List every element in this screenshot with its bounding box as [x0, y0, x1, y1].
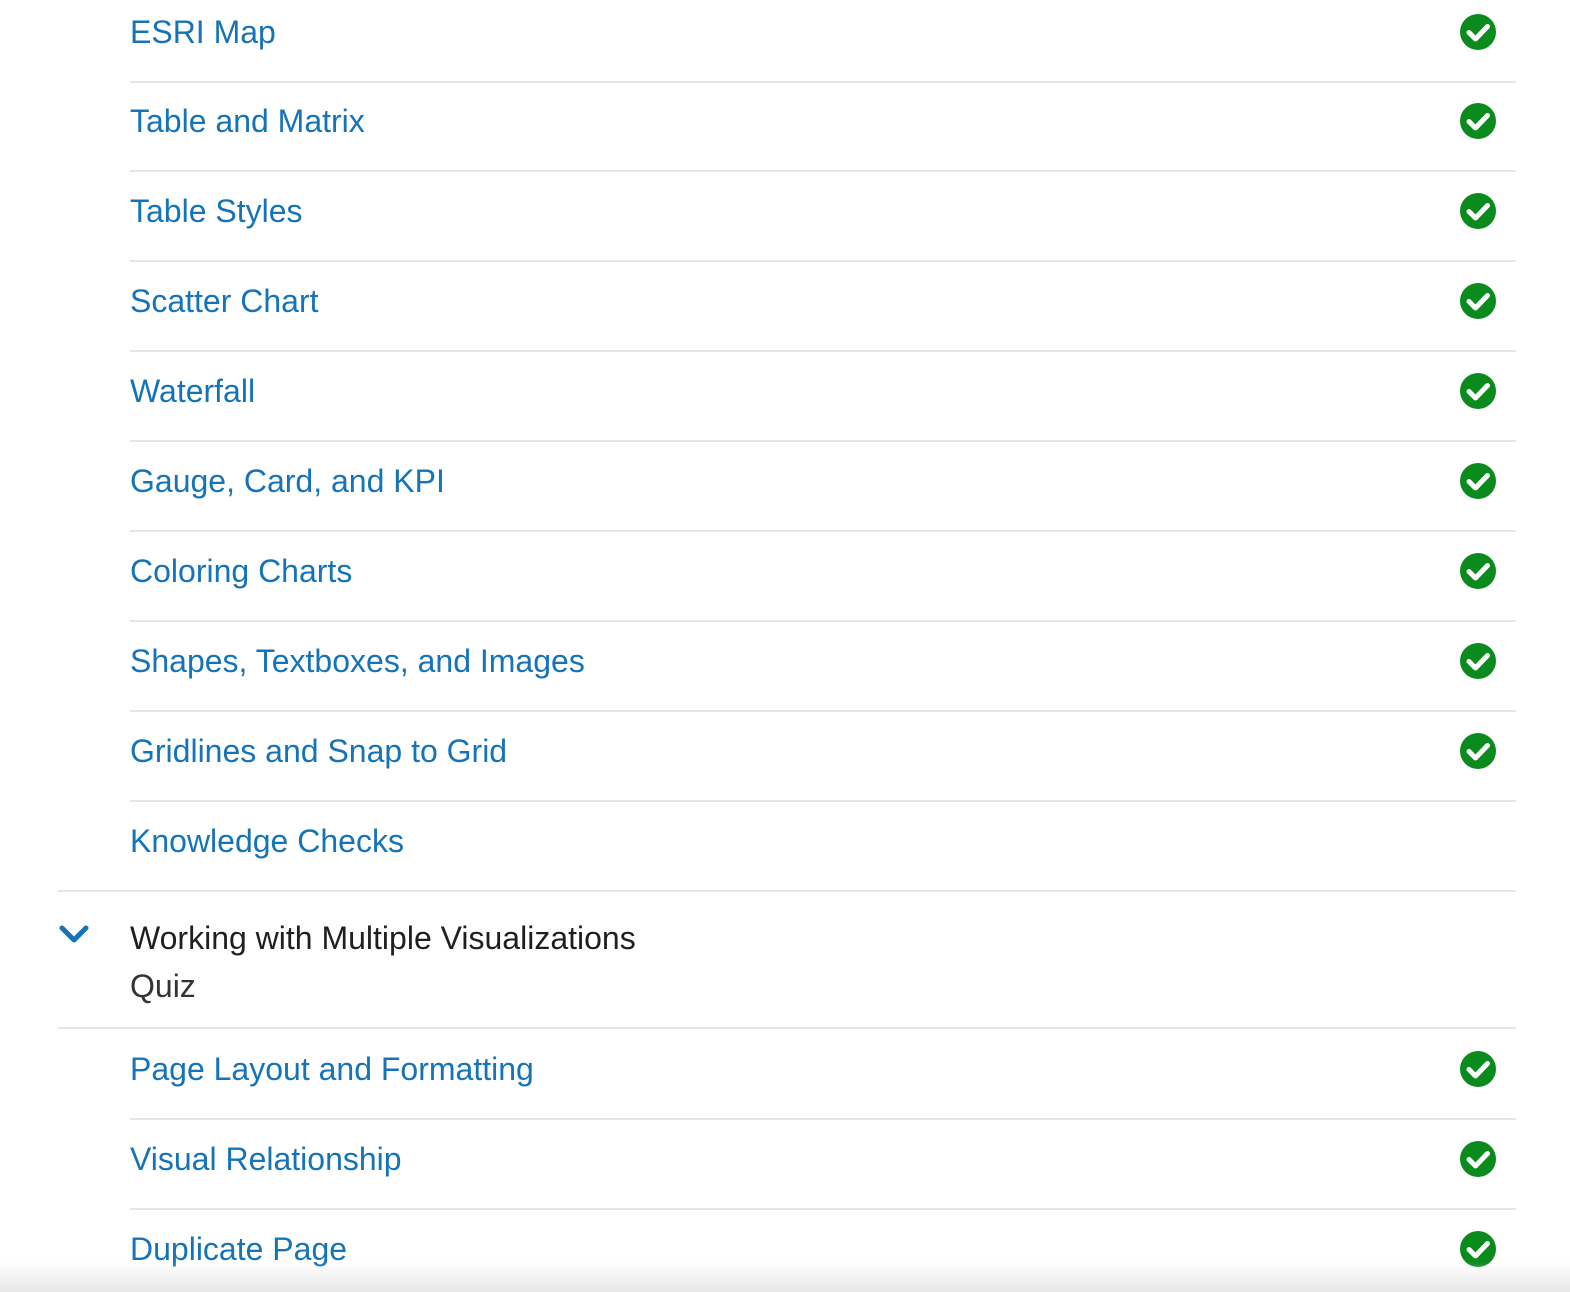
check-circle-icon: [1460, 1231, 1496, 1267]
check-circle-icon: [1460, 103, 1496, 139]
module-subtitle: Quiz: [130, 968, 196, 1004]
lesson-item: Scatter Chart: [130, 263, 1516, 352]
lesson-item: Page Layout and Formatting: [130, 1031, 1516, 1120]
module-title: Working with Multiple Visualizations: [130, 920, 636, 956]
lesson-item: Coloring Charts: [130, 533, 1516, 622]
check-circle-icon: [1460, 283, 1496, 319]
check-circle-icon: [1460, 193, 1496, 229]
lesson-item: Visual Relationship: [130, 1121, 1516, 1210]
lesson-link[interactable]: Table Styles: [130, 191, 303, 231]
lesson-link[interactable]: Coloring Charts: [130, 551, 352, 591]
lesson-item: Gridlines and Snap to Grid: [130, 713, 1516, 802]
check-circle-icon: [1460, 14, 1496, 50]
check-circle-icon: [1460, 373, 1496, 409]
lesson-item: Table Styles: [130, 173, 1516, 262]
lesson-link[interactable]: ESRI Map: [130, 12, 276, 52]
check-circle-icon: [1460, 463, 1496, 499]
lesson-link[interactable]: Gauge, Card, and KPI: [130, 461, 445, 501]
lesson-link[interactable]: Waterfall: [130, 371, 255, 411]
check-circle-icon: [1460, 553, 1496, 589]
lesson-link[interactable]: Shapes, Textboxes, and Images: [130, 641, 585, 681]
lesson-item: Waterfall: [130, 353, 1516, 442]
lesson-item: Table and Matrix: [130, 83, 1516, 172]
lesson-item: ESRI Map: [130, 0, 1516, 83]
check-circle-icon: [1460, 1051, 1496, 1087]
chevron-down-icon[interactable]: [58, 922, 90, 946]
lesson-link[interactable]: Knowledge Checks: [130, 821, 404, 861]
lesson-link[interactable]: Visual Relationship: [130, 1139, 402, 1179]
lesson-link[interactable]: Page Layout and Formatting: [130, 1049, 534, 1089]
check-circle-icon: [1460, 1141, 1496, 1177]
lesson-item: Knowledge Checks: [130, 803, 1516, 892]
module-section-header: Working with Multiple Visualizations Qui…: [58, 890, 1516, 1029]
lesson-link[interactable]: Scatter Chart: [130, 281, 319, 321]
check-circle-icon: [1460, 733, 1496, 769]
lesson-link[interactable]: Table and Matrix: [130, 101, 365, 141]
lesson-link[interactable]: Duplicate Page: [130, 1229, 347, 1269]
lesson-link[interactable]: Gridlines and Snap to Grid: [130, 731, 507, 771]
lesson-item: Shapes, Textboxes, and Images: [130, 623, 1516, 712]
lesson-item: Gauge, Card, and KPI: [130, 443, 1516, 532]
course-outline: ESRI Map Table and Matrix Table Styles S…: [0, 0, 1570, 1292]
lesson-item: Duplicate Page: [130, 1211, 1516, 1292]
check-circle-icon: [1460, 643, 1496, 679]
